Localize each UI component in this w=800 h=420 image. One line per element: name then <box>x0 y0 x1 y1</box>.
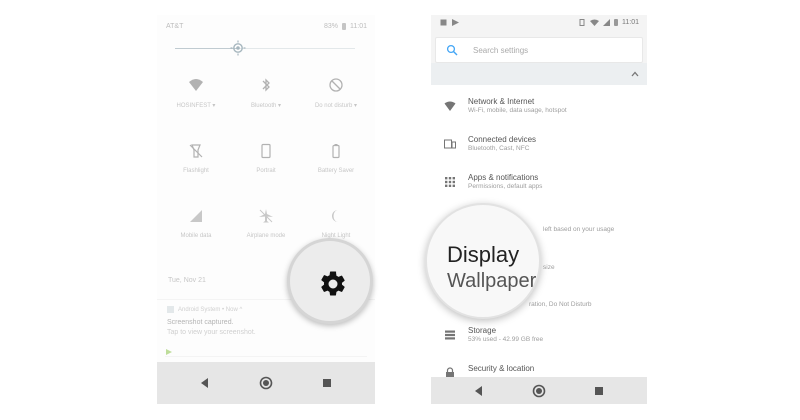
brightness-icon[interactable] <box>230 40 246 56</box>
suggestions-collapse-row[interactable] <box>431 63 647 85</box>
settings-item-storage[interactable]: Storage 53% used - 42.99 GB free <box>431 324 647 360</box>
notification-app-name: Android System • Now ^ <box>178 306 243 313</box>
tile-label: Mobile data <box>180 233 212 239</box>
tile-label: Do not disturb <box>314 103 353 109</box>
battery-saver-icon <box>332 144 340 159</box>
date-label: Tue, Nov 21 <box>168 277 206 284</box>
tile-battery-saver[interactable]: Battery Saver <box>301 143 371 174</box>
settings-item-subtitle: Wi-Fi, mobile, data usage, hotspot <box>468 107 567 114</box>
tile-bluetooth[interactable]: Bluetooth ▾ <box>231 77 301 109</box>
tile-label: Flashlight <box>183 168 209 174</box>
image-notification-icon <box>440 19 447 26</box>
tile-label: Airplane mode <box>246 233 286 239</box>
settings-item-subtitle: size <box>543 264 555 271</box>
tile-wifi[interactable]: HOSINFEST ▾ <box>161 77 231 109</box>
settings-item-connected-devices[interactable]: Connected devices Bluetooth, Cast, NFC <box>431 133 647 169</box>
status-bar: AT&T 83% 11:01 <box>166 23 367 35</box>
signal-icon <box>603 19 610 26</box>
settings-item-subtitle: Bluetooth, Cast, NFC <box>468 145 530 152</box>
home-icon[interactable] <box>258 375 274 391</box>
flashlight-icon <box>189 144 203 158</box>
recents-icon[interactable] <box>319 375 335 391</box>
wifi-status-icon <box>590 19 599 26</box>
tile-airplane-mode[interactable]: Airplane mode <box>231 208 301 239</box>
nav-bar <box>431 377 647 404</box>
display-label[interactable]: Display <box>447 242 519 268</box>
battery-icon <box>614 19 618 26</box>
tile-label: HOSINFEST <box>176 103 211 109</box>
notification-text: Tap to view your screenshot. <box>167 329 256 336</box>
do-not-disturb-icon <box>329 78 343 92</box>
tile-portrait[interactable]: Portrait <box>231 143 301 174</box>
back-icon[interactable] <box>197 375 213 391</box>
status-bar: 11:01 <box>431 15 647 32</box>
settings-item-subtitle: ration, Do Not Disturb <box>529 301 592 308</box>
search-icon <box>446 44 458 56</box>
search-input[interactable]: Search settings <box>435 37 643 63</box>
nav-bar <box>157 362 375 404</box>
display-zoom-callout: Display Wallpaper <box>425 203 541 319</box>
settings-item-title: Network & Internet <box>468 97 535 106</box>
settings-item-network[interactable]: Network & Internet Wi-Fi, mobile, data u… <box>431 95 647 131</box>
portrait-icon <box>261 143 271 159</box>
settings-item-subtitle: left based on your usage <box>543 226 615 233</box>
night-light-icon <box>332 210 338 222</box>
tile-night-light[interactable]: Night Light <box>301 208 371 239</box>
wifi-icon <box>189 79 203 91</box>
settings-item-subtitle: 53% used - 42.99 GB free <box>468 336 544 343</box>
settings-item-title: Connected devices <box>468 135 537 144</box>
settings-item-subtitle: Permissions, default apps <box>468 183 543 190</box>
clock: 11:01 <box>350 23 367 30</box>
settings-item-title: Apps & notifications <box>468 173 539 182</box>
settings-item-title: Security & location <box>468 364 535 373</box>
tile-mobile-data[interactable]: Mobile data <box>161 208 231 239</box>
android-system-icon <box>167 306 174 313</box>
tile-do-not-disturb[interactable]: Do not disturb ▾ <box>301 77 371 109</box>
clock: 11:01 <box>622 19 639 26</box>
bluetooth-icon <box>262 78 270 92</box>
gear-icon[interactable] <box>318 269 348 299</box>
apps-icon <box>445 177 455 187</box>
play-store-icon <box>452 19 459 26</box>
tile-label: Bluetooth <box>250 103 277 109</box>
chevron-up-icon[interactable] <box>631 70 639 78</box>
carrier-label: AT&T <box>166 23 184 30</box>
settings-item-title: Storage <box>468 326 497 335</box>
tile-label: Battery Saver <box>317 168 355 174</box>
quick-settings-screen: AT&T 83% 11:01 HOSINFEST ▾ Bluetooth ▾ D… <box>157 15 375 404</box>
play-icon <box>166 349 172 355</box>
connected-devices-icon <box>444 139 456 149</box>
wifi-icon <box>444 101 456 111</box>
wallpaper-label: Wallpaper <box>447 270 537 292</box>
battery-icon <box>342 23 346 30</box>
home-icon[interactable] <box>531 383 547 399</box>
gear-zoom-callout <box>287 238 373 324</box>
back-icon[interactable] <box>471 383 487 399</box>
airplane-mode-icon <box>259 209 273 223</box>
battery-percent: 83% <box>323 23 338 30</box>
tile-flashlight[interactable]: Flashlight <box>161 143 231 174</box>
storage-icon <box>445 330 455 340</box>
tile-label: Portrait <box>256 168 276 174</box>
mobile-data-icon <box>190 210 202 222</box>
notification-divider <box>165 356 367 357</box>
recents-icon[interactable] <box>591 383 607 399</box>
search-placeholder: Search settings <box>473 46 529 55</box>
vibrate-icon <box>579 19 585 26</box>
settings-item-apps[interactable]: Apps & notifications Permissions, defaul… <box>431 171 647 207</box>
brightness-fill <box>175 48 238 49</box>
